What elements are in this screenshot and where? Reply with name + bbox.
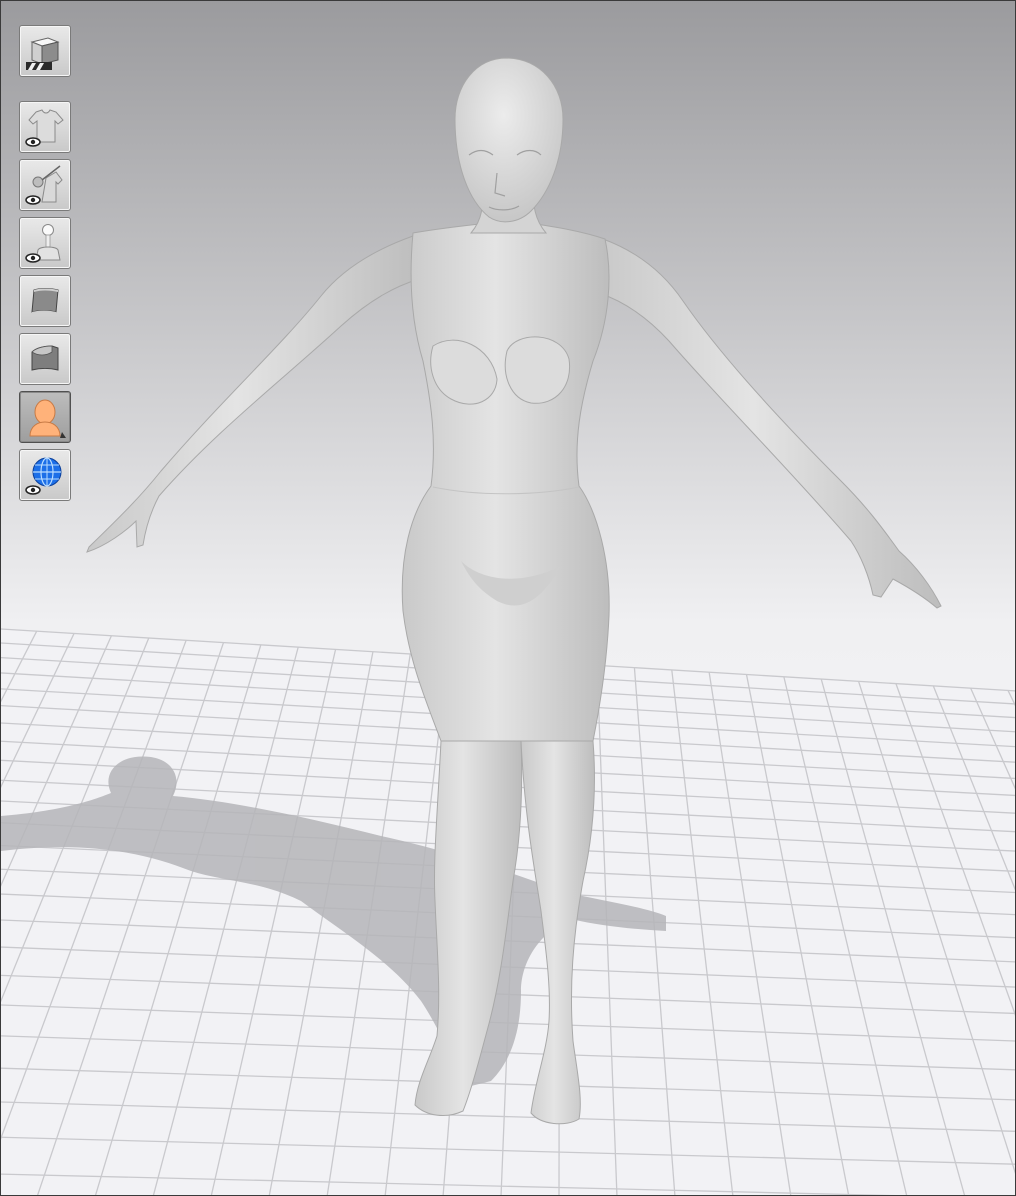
3d-viewport[interactable] (0, 0, 1016, 1196)
show-garments-button[interactable] (19, 101, 71, 153)
show-pins-button[interactable] (19, 159, 71, 211)
avatar-torso (401, 222, 610, 742)
show-pins-icon (25, 165, 63, 205)
fabric-back-icon (31, 345, 59, 371)
fabric-front-icon (31, 288, 59, 314)
show-environment-button[interactable] (19, 449, 71, 501)
fabric-front-button[interactable] (19, 275, 71, 327)
avatar-skin-button[interactable] (19, 391, 71, 443)
show-avatar-icon (25, 224, 61, 263)
avatar-right-breast (504, 336, 571, 404)
show-garments-icon (25, 109, 64, 147)
show-avatar-button[interactable] (19, 217, 71, 269)
scene-canvas[interactable] (1, 1, 1016, 1196)
show-environment-globe-icon (25, 457, 62, 495)
fabric-back-button[interactable] (19, 333, 71, 385)
view-mode-cube-button[interactable] (19, 25, 71, 77)
view-mode-cube-icon (26, 37, 60, 70)
avatar-skin-icon (29, 399, 66, 438)
